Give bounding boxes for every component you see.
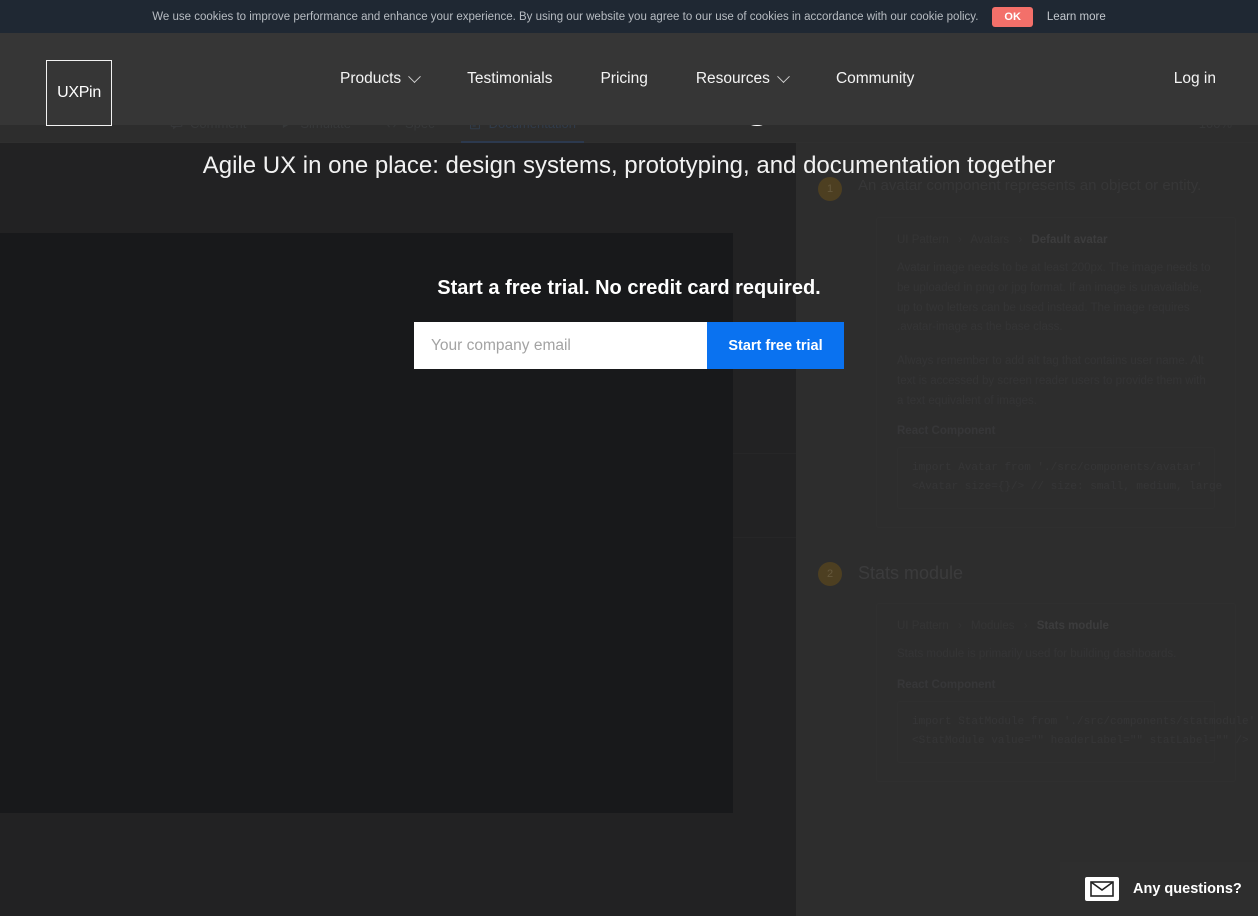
nav-item-testimonials[interactable]: Testimonials bbox=[467, 70, 552, 88]
cookie-accept-button[interactable]: OK bbox=[992, 7, 1033, 27]
nav-links: Products Testimonials Pricing Resources … bbox=[340, 33, 914, 125]
cookie-banner: We use cookies to improve performance an… bbox=[0, 0, 1258, 33]
cookie-learn-more-link[interactable]: Learn more bbox=[1047, 11, 1106, 23]
cookie-message: We use cookies to improve performance an… bbox=[152, 11, 978, 23]
nav-item-label: Resources bbox=[696, 70, 770, 88]
envelope-icon bbox=[1085, 877, 1119, 901]
email-input[interactable] bbox=[414, 322, 707, 369]
signup-form: Start free trial bbox=[0, 322, 1258, 369]
nav-item-resources[interactable]: Resources bbox=[696, 70, 788, 88]
chat-widget-label: Any questions? bbox=[1133, 881, 1242, 897]
chevron-down-icon bbox=[408, 70, 421, 83]
nav-item-products[interactable]: Products bbox=[340, 70, 419, 88]
top-navigation: UXPin Products Testimonials Pricing Reso… bbox=[0, 33, 1258, 125]
nav-item-label: Testimonials bbox=[467, 70, 552, 88]
nav-item-label: Community bbox=[836, 70, 914, 88]
nav-item-label: Pricing bbox=[600, 70, 647, 88]
nav-item-pricing[interactable]: Pricing bbox=[600, 70, 647, 88]
hero-panel bbox=[0, 233, 733, 813]
chevron-down-icon bbox=[777, 70, 790, 83]
nav-item-label: Products bbox=[340, 70, 401, 88]
start-free-trial-button[interactable]: Start free trial bbox=[707, 322, 844, 369]
uxpin-logo[interactable]: UXPin bbox=[46, 60, 112, 126]
nav-item-community[interactable]: Community bbox=[836, 70, 914, 88]
hero-subtitle: Agile UX in one place: design systems, p… bbox=[0, 152, 1258, 180]
hero-cta-text: Start a free trial. No credit card requi… bbox=[0, 277, 1258, 300]
chat-widget[interactable]: Any questions? bbox=[1060, 862, 1258, 916]
login-link[interactable]: Log in bbox=[1174, 33, 1216, 125]
